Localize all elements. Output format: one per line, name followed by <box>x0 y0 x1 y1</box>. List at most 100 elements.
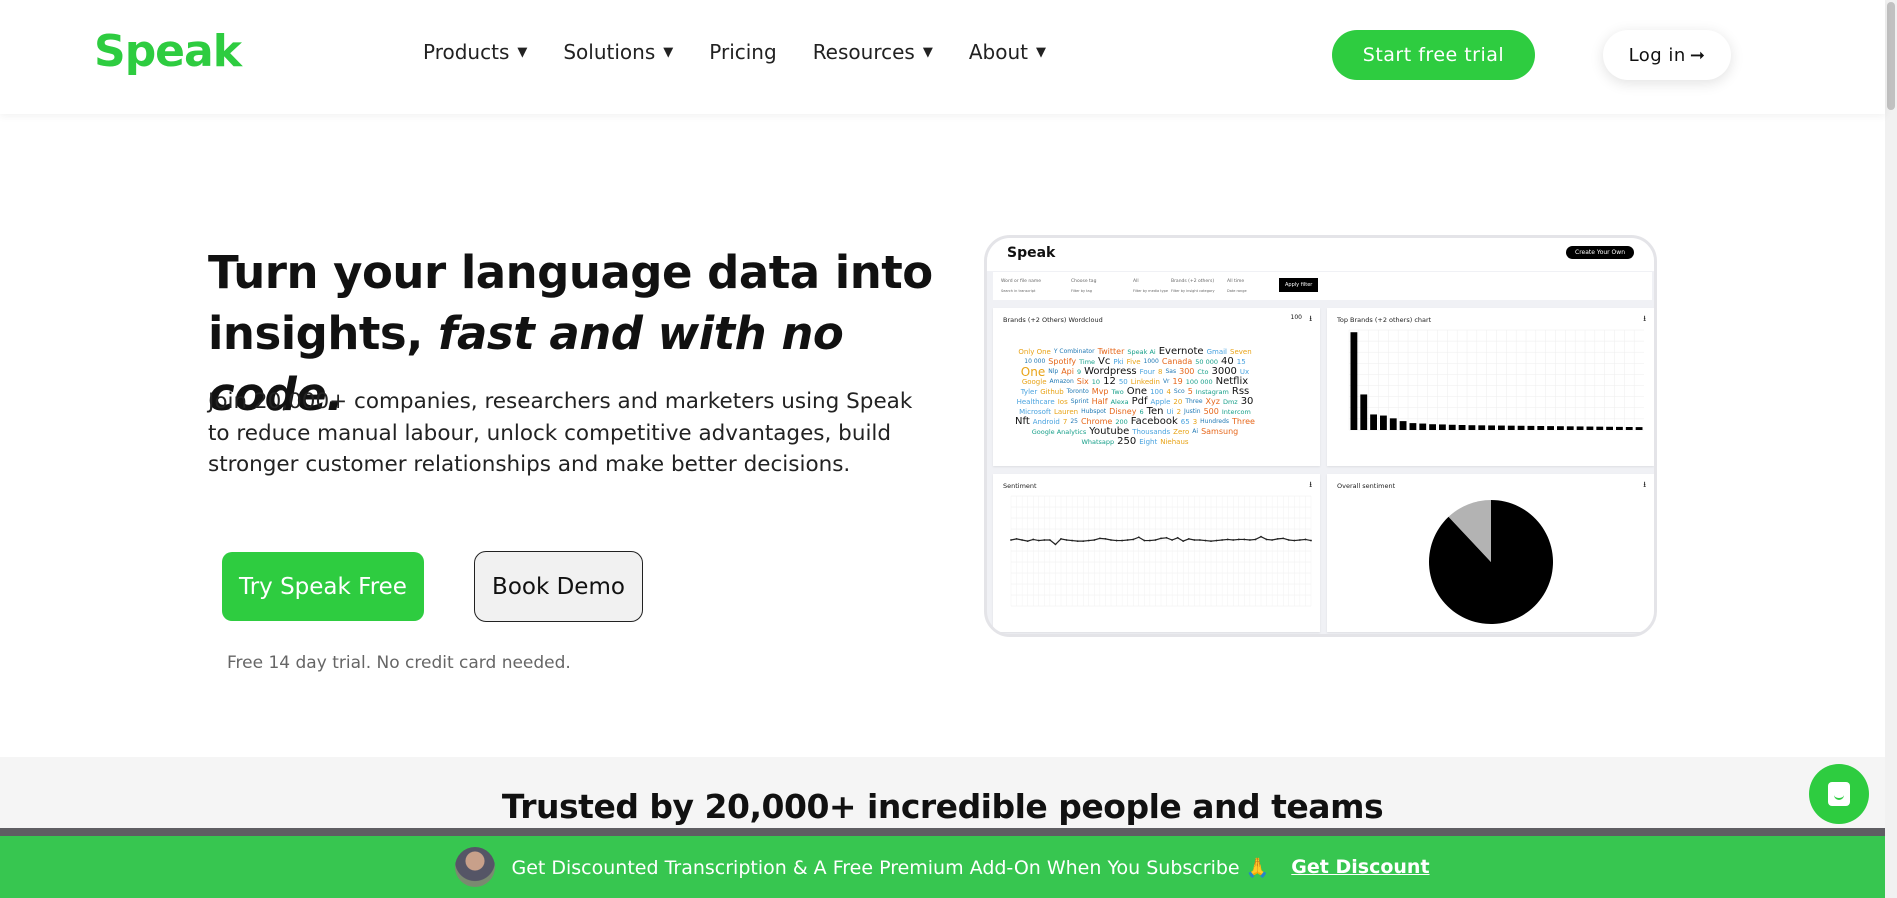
wordcloud-word: Intercom <box>1221 407 1251 416</box>
caret-down-icon: ▼ <box>663 44 674 60</box>
wordcloud-word: Nlp <box>1048 367 1059 375</box>
start-free-trial-button[interactable]: Start free trial <box>1332 30 1535 80</box>
wordcloud-word: Only One <box>1018 347 1051 356</box>
sentiment-point <box>1110 539 1112 541</box>
sentiment-point <box>1187 538 1190 540</box>
nav-pricing[interactable]: Pricing <box>709 40 776 64</box>
wordcloud-word: Evernote <box>1158 345 1204 357</box>
nav-about[interactable]: About ▼ <box>969 40 1046 64</box>
nav-label: Solutions <box>563 40 656 64</box>
sentiment-point <box>1221 539 1224 541</box>
sentiment-point <box>1121 539 1124 542</box>
bar <box>1537 426 1545 430</box>
bar <box>1616 426 1623 430</box>
sentiment-point <box>1287 539 1290 541</box>
wordcloud-word: Pki <box>1113 357 1124 366</box>
sentiment-point <box>1171 539 1174 541</box>
sentiment-point <box>1043 539 1046 541</box>
wordcloud-word: Eight <box>1139 437 1158 446</box>
get-discount-link[interactable]: Get Discount <box>1291 856 1429 878</box>
wordcloud-word: Justin <box>1184 407 1201 415</box>
wordcloud-word: Apple <box>1150 397 1171 406</box>
chat-icon <box>1828 782 1850 806</box>
nav-label: Pricing <box>709 40 777 64</box>
wordcloud-word: Ui <box>1166 407 1174 416</box>
wordcloud-panel: Brands (+2 Others) Wordcloud 100 ⭳ Only … <box>993 308 1320 466</box>
wordcloud-word: 7 <box>1062 417 1068 426</box>
bar <box>1635 427 1643 430</box>
sentiment-point <box>1010 539 1012 541</box>
avatar <box>455 847 496 887</box>
filter-hint: Filter by media type <box>1133 289 1169 293</box>
wordcloud-word: Ai <box>1192 427 1199 435</box>
caret-down-icon: ▼ <box>517 44 528 60</box>
sentiment-point <box>1071 539 1074 542</box>
title-line-1: Turn your language data into <box>208 246 933 299</box>
bar-chart-panel: Top Brands (+2 others) chart ⭳ <box>1327 308 1654 466</box>
wordcloud-word: Xyz <box>1205 396 1220 406</box>
sentiment-point <box>1060 538 1062 540</box>
wordcloud-word: Five <box>1126 357 1141 366</box>
title-line-2: insights, <box>208 307 438 360</box>
wordcloud-word: 2 <box>1176 407 1182 416</box>
speak-logo[interactable]: Speak <box>94 26 242 77</box>
wordcloud-word: Niehaus <box>1160 437 1189 446</box>
login-button[interactable]: Log in ➞ <box>1603 30 1731 80</box>
bar <box>1606 426 1613 430</box>
wordcloud-word: 100 000 <box>1185 377 1213 386</box>
wordcloud-word: Thousands <box>1132 427 1171 436</box>
wordcloud-word: 300 <box>1179 366 1195 376</box>
wordcloud-word: 15 <box>1236 357 1246 366</box>
wordcloud-word: Twitter <box>1097 346 1125 356</box>
trusted-heading: Trusted by 20,000+ incredible people and… <box>501 787 1384 826</box>
wordcloud-word: 40 <box>1221 355 1234 367</box>
chat-button[interactable] <box>1809 764 1869 824</box>
trusted-section: Trusted by 20,000+ incredible people and… <box>0 757 1885 837</box>
sentiment-point <box>1026 540 1029 542</box>
sentiment-chart <box>1010 495 1312 607</box>
sentiment-point <box>1076 540 1079 542</box>
try-speak-free-button[interactable]: Try Speak Free <box>222 552 424 621</box>
wordcloud-word: 8 <box>1158 367 1163 376</box>
dashboard-topbar: Speak Create Your Own <box>987 238 1654 271</box>
wordcloud-word: Ten <box>1146 405 1164 417</box>
bar <box>1409 423 1417 430</box>
nav-resources[interactable]: Resources ▼ <box>813 40 933 64</box>
sentiment-point <box>1082 540 1085 542</box>
wordcloud-word: Google Analytics <box>1031 427 1087 436</box>
bar <box>1517 425 1525 430</box>
scrollbar-thumb[interactable] <box>1887 2 1895 110</box>
wordcloud-word: Sprint <box>1070 397 1089 405</box>
bar <box>1478 425 1486 430</box>
bar <box>1429 424 1436 430</box>
wordcloud-word: Canada <box>1161 356 1193 366</box>
wordcloud-word: 65 <box>1180 417 1190 426</box>
dashboard-preview: Speak Create Your Own Word or file name … <box>984 235 1657 637</box>
wordcloud-word: Healthcare <box>1016 397 1055 406</box>
wordcloud-word: Amazon <box>1049 377 1074 385</box>
nav-products[interactable]: Products ▼ <box>423 40 527 64</box>
nav-solutions[interactable]: Solutions ▼ <box>563 40 673 64</box>
wordcloud-word: Hundreds <box>1200 417 1230 425</box>
wordcloud-word: Hubspot <box>1081 407 1107 415</box>
filter-media: All <box>1133 279 1139 284</box>
sentiment-point <box>1165 536 1168 539</box>
wordcloud-word: 250 <box>1117 435 1137 447</box>
sentiment-point <box>1015 538 1018 540</box>
filter-hint: Filter by tag <box>1071 289 1092 293</box>
wordcloud-word: Half <box>1091 396 1108 406</box>
wordcloud-word: Ux <box>1239 367 1250 376</box>
wordcloud-word: 25 <box>1070 417 1078 425</box>
overall-sentiment-panel: Overall sentiment ⭳ <box>1327 474 1654 632</box>
bar <box>1586 426 1594 430</box>
wordcloud-word: 500 <box>1203 406 1219 416</box>
sentiment-point <box>1048 539 1051 541</box>
caret-down-icon: ▼ <box>922 44 933 60</box>
wordcloud-word: Dmz <box>1222 397 1238 406</box>
wordcloud-word: Nft <box>1015 415 1030 427</box>
bar <box>1557 426 1564 430</box>
scrollbar[interactable] <box>1885 0 1897 898</box>
filter-date: All time <box>1227 279 1245 284</box>
book-demo-button[interactable]: Book Demo <box>474 551 643 622</box>
wordcloud-word: Toronto <box>1066 387 1089 395</box>
